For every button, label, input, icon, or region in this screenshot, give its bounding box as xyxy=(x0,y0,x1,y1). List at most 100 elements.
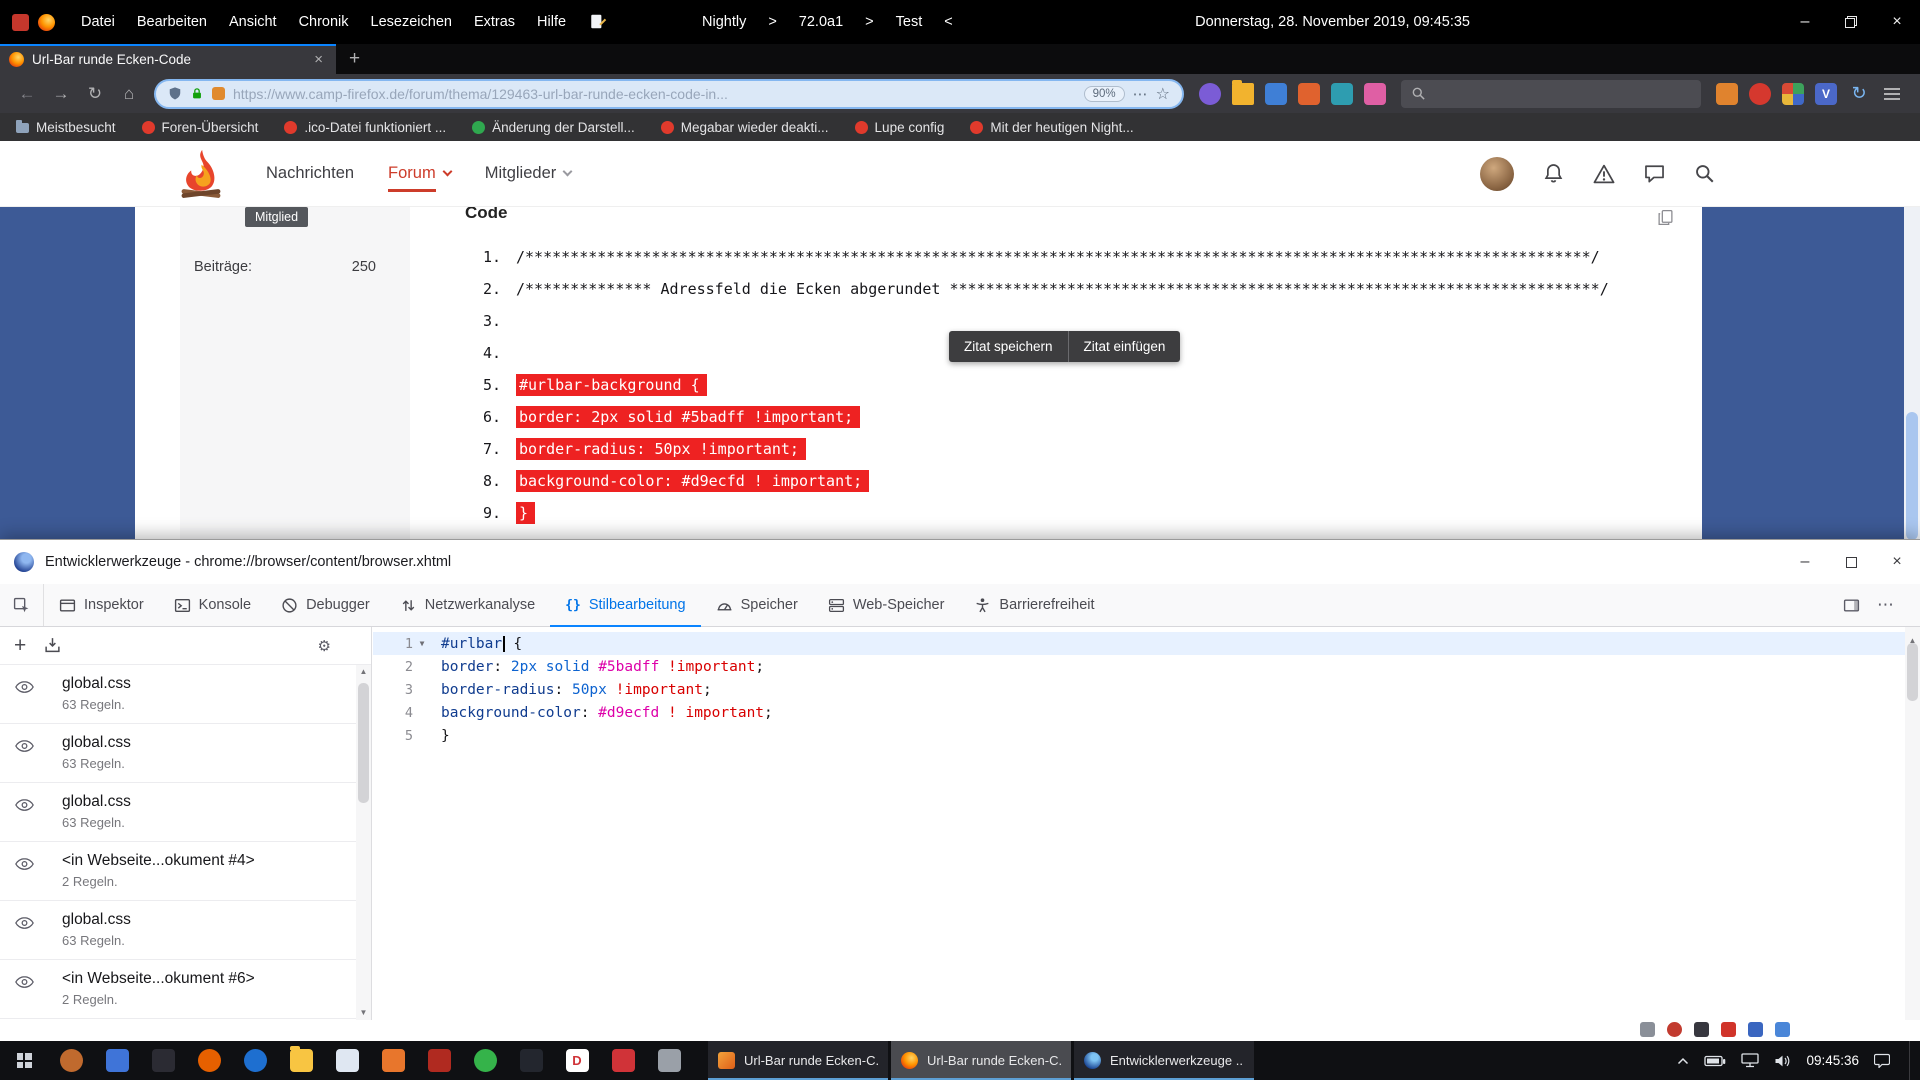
editor-code[interactable]: border: 2px solid #5badff !important; xyxy=(435,659,764,675)
stylesheet-item-1[interactable]: global.css63 Regeln. xyxy=(0,665,371,724)
user-avatar[interactable] xyxy=(1480,157,1514,191)
zoom-indicator[interactable]: 90% xyxy=(1084,86,1125,102)
nav-item-nachrichten[interactable]: Nachrichten xyxy=(266,164,354,183)
pick-element-icon[interactable] xyxy=(0,584,44,626)
sidebar-scroll-thumb[interactable] xyxy=(358,683,369,803)
devtools-tab-inspektor[interactable]: Inspektor xyxy=(44,584,159,626)
url-text[interactable]: https://www.camp-firefox.de/forum/thema/… xyxy=(233,86,1076,102)
stylesheet-item-2[interactable]: global.css63 Regeln. xyxy=(0,724,371,783)
devtools-tab-barrierefreiheit[interactable]: Barrierefreiheit xyxy=(959,584,1109,626)
new-stylesheet-button[interactable]: + xyxy=(14,635,26,656)
back-button[interactable]: ← xyxy=(10,78,44,110)
eye-icon[interactable] xyxy=(15,680,34,694)
devtools-tab-stilbearbeitung[interactable]: {}Stilbearbeitung xyxy=(550,584,700,626)
devtools-maximize-button[interactable] xyxy=(1828,540,1874,584)
taskbar-app-14[interactable] xyxy=(646,1041,692,1080)
menu-item-extras[interactable]: Extras xyxy=(463,10,526,34)
page-scrollbar[interactable] xyxy=(1904,207,1920,540)
scroll-down-icon[interactable]: ▼ xyxy=(360,1009,368,1017)
nav-item-mitglieder[interactable]: Mitglieder xyxy=(485,164,572,183)
menu-item-hilfe[interactable]: Hilfe xyxy=(526,10,577,34)
bookmark-item-foren-übersicht[interactable]: Foren-Übersicht xyxy=(142,120,259,135)
extension-icon-1[interactable] xyxy=(1199,83,1221,105)
devtools-menu-icon[interactable]: ⋯ xyxy=(1877,595,1894,615)
tray-chevron-up-icon[interactable] xyxy=(1677,1057,1689,1065)
bookmark-item-ico-datei-funktioniert[interactable]: .ico-Datei funktioniert ... xyxy=(284,120,446,135)
extension-icon-2[interactable] xyxy=(1265,83,1287,105)
quote-action-2[interactable]: Zitat einfügen xyxy=(1068,331,1181,362)
home-button[interactable]: ⌂ xyxy=(112,78,146,110)
app-menu-icon[interactable] xyxy=(1881,83,1903,105)
devtools-tab-web-speicher[interactable]: Web-Speicher xyxy=(813,584,960,626)
bookmark-item-änderung-der-darstell[interactable]: Änderung der Darstell... xyxy=(472,120,635,135)
extension-icon-5[interactable] xyxy=(1716,83,1738,105)
minimize-button[interactable]: – xyxy=(1782,0,1828,44)
page-actions-icon[interactable]: ⋯ xyxy=(1133,85,1148,103)
taskbar-app-10[interactable] xyxy=(462,1041,508,1080)
taskbar-app-8[interactable] xyxy=(370,1041,416,1080)
eye-icon[interactable] xyxy=(15,798,34,812)
show-desktop-button[interactable] xyxy=(1909,1041,1916,1080)
taskbar-app-5[interactable] xyxy=(232,1041,278,1080)
stylesheet-item-6[interactable]: <in Webseite...okument #6>2 Regeln. xyxy=(0,960,371,1019)
bookmark-item-meistbesucht[interactable]: Meistbesucht xyxy=(16,120,116,135)
bookmark-item-lupe-config[interactable]: Lupe config xyxy=(855,120,945,135)
bookmark-star-icon[interactable]: ☆ xyxy=(1156,84,1170,104)
sidebar-scrollbar[interactable]: ▲ ▼ xyxy=(356,665,371,1020)
taskbar-app-6[interactable] xyxy=(278,1041,324,1080)
devtools-tab-speicher[interactable]: Speicher xyxy=(701,584,813,626)
menu-item-bearbeiten[interactable]: Bearbeiten xyxy=(126,10,218,34)
campfirefox-logo[interactable] xyxy=(178,148,224,200)
copy-code-icon[interactable] xyxy=(1657,209,1674,226)
close-button[interactable]: × xyxy=(1874,0,1920,44)
menu-item-datei[interactable]: Datei xyxy=(70,10,126,34)
taskbar-window-button-3[interactable]: Entwicklerwerkzeuge ... xyxy=(1074,1041,1254,1080)
taskbar-app-2[interactable] xyxy=(94,1041,140,1080)
extension-icon-8[interactable]: V xyxy=(1815,83,1837,105)
devtools-tab-konsole[interactable]: Konsole xyxy=(159,584,266,626)
stylesheet-item-5[interactable]: global.css63 Regeln. xyxy=(0,901,371,960)
page-scroll-thumb[interactable] xyxy=(1906,412,1918,540)
bookmark-item-mit-der-heutigen-night[interactable]: Mit der heutigen Night... xyxy=(970,120,1133,135)
devtools-scrollbar[interactable]: ▲ xyxy=(1905,627,1920,1020)
editor-code[interactable]: background-color: #d9ecfd ! important; xyxy=(435,705,773,721)
overflow-icon-5[interactable] xyxy=(1748,1022,1763,1037)
overflow-icon-3[interactable] xyxy=(1694,1022,1709,1037)
bookmark-item-megabar-wieder-deakti[interactable]: Megabar wieder deakti... xyxy=(661,120,829,135)
taskbar-app-12[interactable]: D xyxy=(554,1041,600,1080)
taskbar-window-button-1[interactable]: Url-Bar runde Ecken-C... xyxy=(708,1041,888,1080)
overflow-icon-2[interactable] xyxy=(1667,1022,1682,1037)
scroll-up-icon[interactable]: ▲ xyxy=(360,668,368,676)
downloads-folder-icon[interactable] xyxy=(1232,83,1254,105)
profile-switcher[interactable]: Nightly>72.0a1>Test< xyxy=(702,0,953,44)
lock-icon[interactable] xyxy=(190,86,204,101)
volume-icon[interactable] xyxy=(1774,1054,1791,1068)
extension-icon-6[interactable] xyxy=(1749,83,1771,105)
url-bar[interactable]: https://www.camp-firefox.de/forum/thema/… xyxy=(154,79,1184,109)
overflow-icon-1[interactable] xyxy=(1640,1022,1655,1037)
messages-chat-icon[interactable] xyxy=(1644,163,1665,184)
menu-item-lesezeichen[interactable]: Lesezeichen xyxy=(360,10,463,34)
overflow-icon-6[interactable] xyxy=(1775,1022,1790,1037)
eye-icon[interactable] xyxy=(15,739,34,753)
extension-icon-3[interactable] xyxy=(1298,83,1320,105)
taskbar-app-11[interactable] xyxy=(508,1041,554,1080)
taskbar-window-button-2[interactable]: Url-Bar runde Ecken-C... xyxy=(891,1041,1071,1080)
fold-caret-icon[interactable]: ▼ xyxy=(413,639,431,648)
editor-code[interactable]: } xyxy=(435,728,450,744)
tab-close-icon[interactable]: × xyxy=(310,51,327,68)
browser-tab[interactable]: Url-Bar runde Ecken-Code × xyxy=(0,44,336,74)
eye-icon[interactable] xyxy=(15,857,34,871)
new-tab-button[interactable]: + xyxy=(336,44,373,74)
forward-button[interactable]: → xyxy=(44,78,78,110)
sync-icon[interactable]: ↻ xyxy=(1848,83,1870,105)
start-button[interactable] xyxy=(0,1041,48,1080)
menu-item-ansicht[interactable]: Ansicht xyxy=(218,10,288,34)
action-center-icon[interactable] xyxy=(1874,1053,1890,1068)
taskbar-app-13[interactable] xyxy=(600,1041,646,1080)
devtools-tab-netzwerkanalyse[interactable]: Netzwerkanalyse xyxy=(385,584,550,626)
devtools-tab-debugger[interactable]: Debugger xyxy=(266,584,385,626)
extension-badge-icon[interactable] xyxy=(212,87,225,100)
taskbar-app-4[interactable] xyxy=(186,1041,232,1080)
options-gear-icon[interactable]: ⚙ xyxy=(318,637,331,655)
